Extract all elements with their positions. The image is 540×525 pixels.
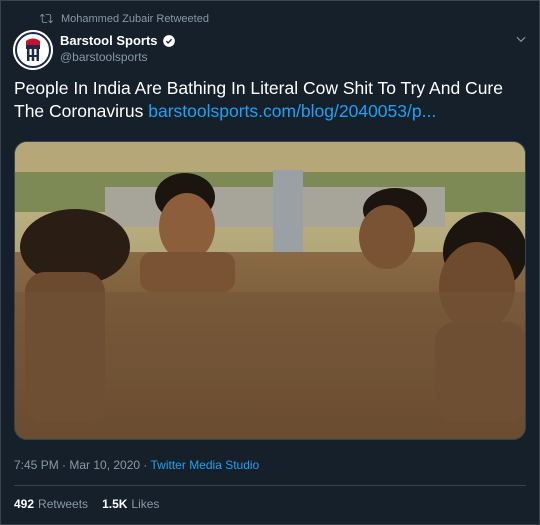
timestamp[interactable]: 7:45 PM · Mar 10, 2020 ·: [14, 458, 151, 472]
divider: [14, 485, 526, 486]
author-name[interactable]: Barstool Sports: [60, 33, 176, 48]
avatar[interactable]: [13, 30, 53, 70]
tweet-text: People In India Are Bathing In Literal C…: [14, 77, 524, 123]
retweet-context[interactable]: Mohammed Zubair Retweeted: [40, 12, 209, 25]
retweets-count: 492: [14, 497, 35, 511]
author-name-text: Barstool Sports: [60, 33, 158, 48]
likes-stat[interactable]: 1.5K Likes: [102, 497, 159, 511]
source-link[interactable]: Twitter Media Studio: [151, 458, 260, 472]
likes-count: 1.5K: [102, 497, 128, 511]
photo-image: [15, 142, 525, 439]
author-handle[interactable]: @barstoolsports: [60, 50, 148, 64]
likes-label: Likes: [131, 497, 160, 511]
retweets-stat[interactable]: 492 Retweets: [14, 497, 88, 511]
retweet-label: Mohammed Zubair Retweeted: [61, 12, 209, 25]
chevron-down-icon[interactable]: [514, 32, 528, 46]
tweet-stats: 492 Retweets 1.5K Likes: [14, 497, 173, 511]
tweet-meta: 7:45 PM · Mar 10, 2020 · Twitter Media S…: [14, 458, 259, 472]
tweet-link[interactable]: barstoolsports.com/blog/2040053/p...: [148, 101, 436, 121]
retweets-label: Retweets: [38, 497, 89, 511]
tweet-media-photo[interactable]: [14, 141, 526, 440]
retweet-icon: [40, 13, 53, 24]
verified-badge-icon: [162, 34, 175, 47]
barstool-logo-icon: [13, 30, 53, 70]
